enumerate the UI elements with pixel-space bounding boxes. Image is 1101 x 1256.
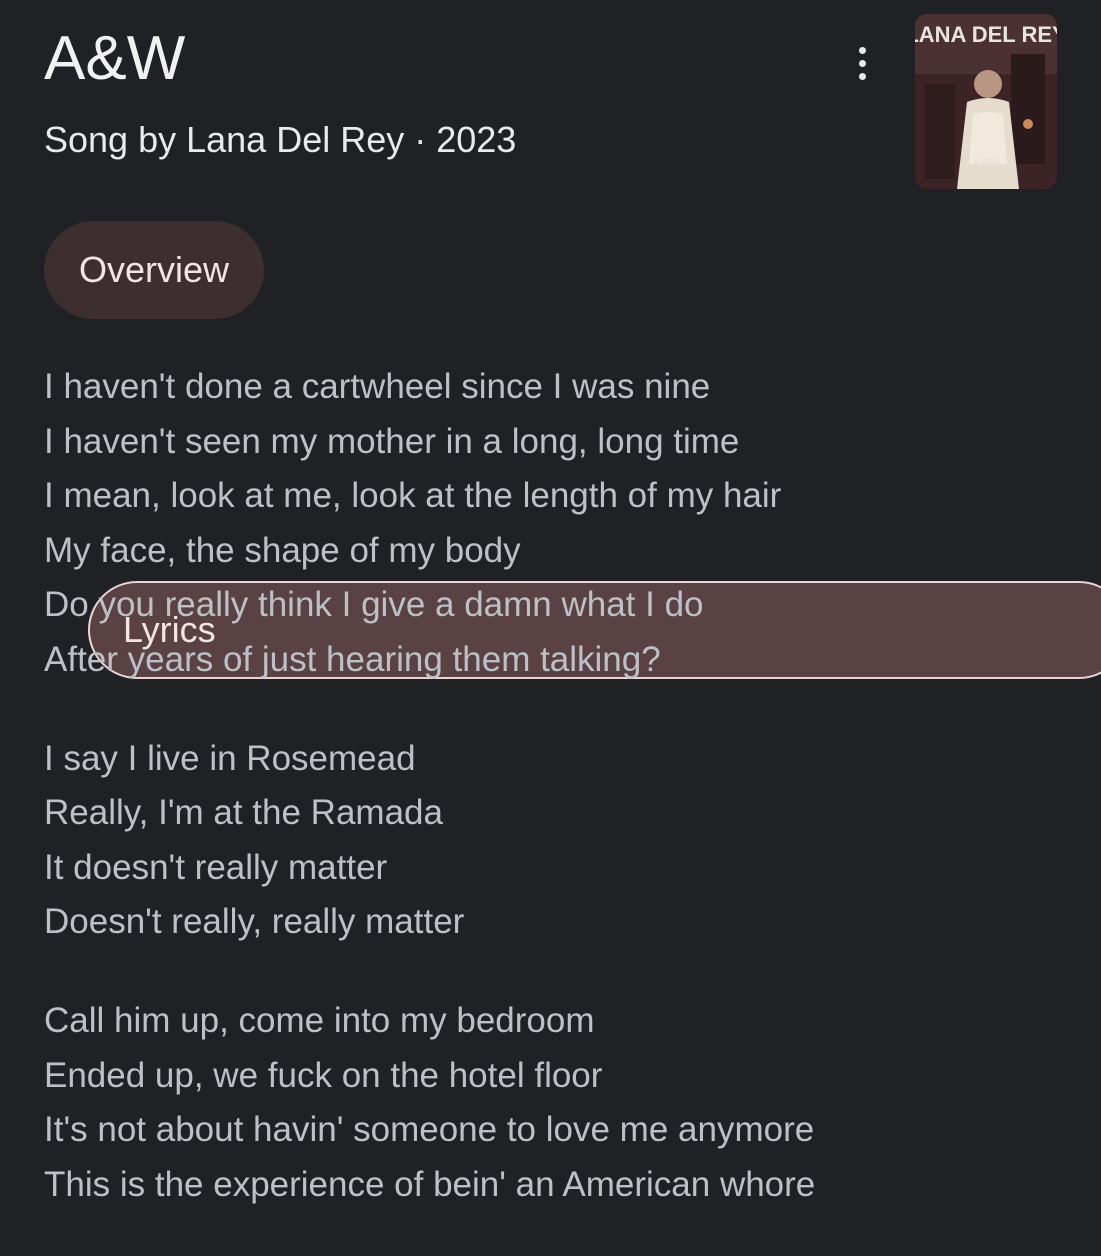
cover-artist-text: LANA DEL REY xyxy=(915,22,1057,47)
lyric-line: Really, I'm at the Ramada xyxy=(44,793,443,833)
lyric-line: It doesn't really matter xyxy=(44,847,388,887)
lyric-line: After years of just hearing them talking… xyxy=(44,639,661,679)
song-subtitle: Song by Lana Del Rey · 2023 xyxy=(44,118,516,162)
lyric-line: It's not about havin' someone to love me… xyxy=(44,1110,815,1150)
lyric-line: Ended up, we fuck on the hotel floor xyxy=(44,1055,603,1095)
subtitle-separator: · xyxy=(414,119,427,160)
lyric-line: Doesn't really, really matter xyxy=(44,902,465,942)
lyric-line: I mean, look at me, look at the length o… xyxy=(44,476,782,516)
menu-dot xyxy=(858,72,866,80)
lyric-line: This is the experience of bein' an Ameri… xyxy=(44,1164,816,1204)
lyric-line: Call him up, come into my bedroom xyxy=(44,1000,595,1040)
menu-dot xyxy=(858,46,866,54)
lyric-line: Do you really think I give a damn what I… xyxy=(44,585,704,625)
album-cover[interactable]: LANA DEL REY A&W xyxy=(915,14,1057,189)
album-cover-art: LANA DEL REY A&W xyxy=(915,14,1057,189)
lyrics-stanza: Call him up, come into my bedroom Ended … xyxy=(44,994,1084,1212)
lyric-line: I say I live in Rosemead xyxy=(44,738,416,778)
lyrics-stanza: I haven't done a cartwheel since I was n… xyxy=(44,360,1084,688)
song-title: A&W xyxy=(44,24,186,93)
more-vert-icon[interactable] xyxy=(842,40,882,86)
lyrics-body: I haven't done a cartwheel since I was n… xyxy=(44,360,1084,1256)
lyric-line: I haven't seen my mother in a long, long… xyxy=(44,421,740,461)
lyric-line: My face, the shape of my body xyxy=(44,530,521,570)
menu-dot xyxy=(858,59,866,67)
song-artist-label: Song by Lana Del Rey xyxy=(44,119,405,160)
lyrics-stanza: I say I live in Rosemead Really, I'm at … xyxy=(44,732,1084,950)
song-year: 2023 xyxy=(436,119,517,160)
lyric-line: I haven't done a cartwheel since I was n… xyxy=(44,367,711,406)
tab-overview[interactable]: Overview xyxy=(44,221,265,319)
tab-bar: Overview Lyrics xyxy=(44,221,1101,679)
cover-album-text: A&W xyxy=(973,157,1000,169)
